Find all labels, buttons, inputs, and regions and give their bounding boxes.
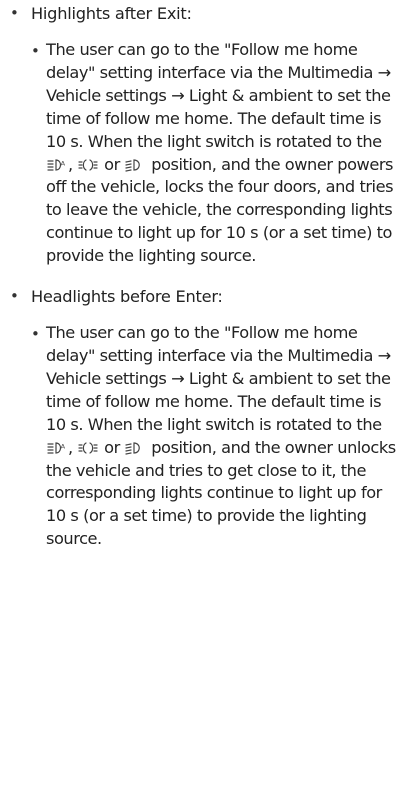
svg-text:A: A <box>61 159 66 167</box>
sub-list: • The user can go to the "Follow me home… <box>31 39 397 268</box>
separator-or: or <box>104 154 120 174</box>
paragraph-text: The user can go to the "Follow me home d… <box>46 40 391 151</box>
paragraph-text-continued: position, and the owner powers off the v… <box>46 154 394 266</box>
svg-text:A: A <box>61 442 66 450</box>
sub-list: • The user can go to the "Follow me home… <box>31 322 397 551</box>
bullet-marker: • <box>10 4 19 22</box>
separator-comma: , <box>68 154 73 174</box>
auto-light-icon: A <box>47 441 67 455</box>
auto-light-icon: A <box>47 158 67 172</box>
separator-or: or <box>104 437 120 457</box>
low-beam-icon <box>125 441 145 455</box>
separator-comma: , <box>68 437 73 457</box>
list-item-headlights-before-enter: • Headlights before Enter: • The user ca… <box>10 284 397 551</box>
document-body: • Highlights after Exit: • The user can … <box>0 0 407 801</box>
paragraph-text: The user can go to the "Follow me home d… <box>46 323 391 434</box>
bullet-marker: • <box>31 42 40 60</box>
position-light-icon <box>78 158 99 172</box>
description-paragraph: The user can go to the "Follow me home d… <box>46 39 397 268</box>
low-beam-icon <box>125 158 145 172</box>
list-item-highlights-after-exit: • Highlights after Exit: • The user can … <box>10 1 397 268</box>
bullet-marker: • <box>10 287 19 306</box>
paragraph-text-continued: position, and the owner unlocks the vehi… <box>46 437 396 549</box>
bullet-marker: • <box>31 325 40 344</box>
item-heading: Highlights after Exit: <box>31 4 192 23</box>
sub-list-item: • The user can go to the "Follow me home… <box>31 39 397 268</box>
item-heading: Headlights before Enter: <box>31 287 223 307</box>
description-paragraph: The user can go to the "Follow me home d… <box>46 322 397 551</box>
bullet-list: • Highlights after Exit: • The user can … <box>0 1 397 551</box>
position-light-icon <box>78 441 99 455</box>
sub-list-item: • The user can go to the "Follow me home… <box>31 322 397 551</box>
